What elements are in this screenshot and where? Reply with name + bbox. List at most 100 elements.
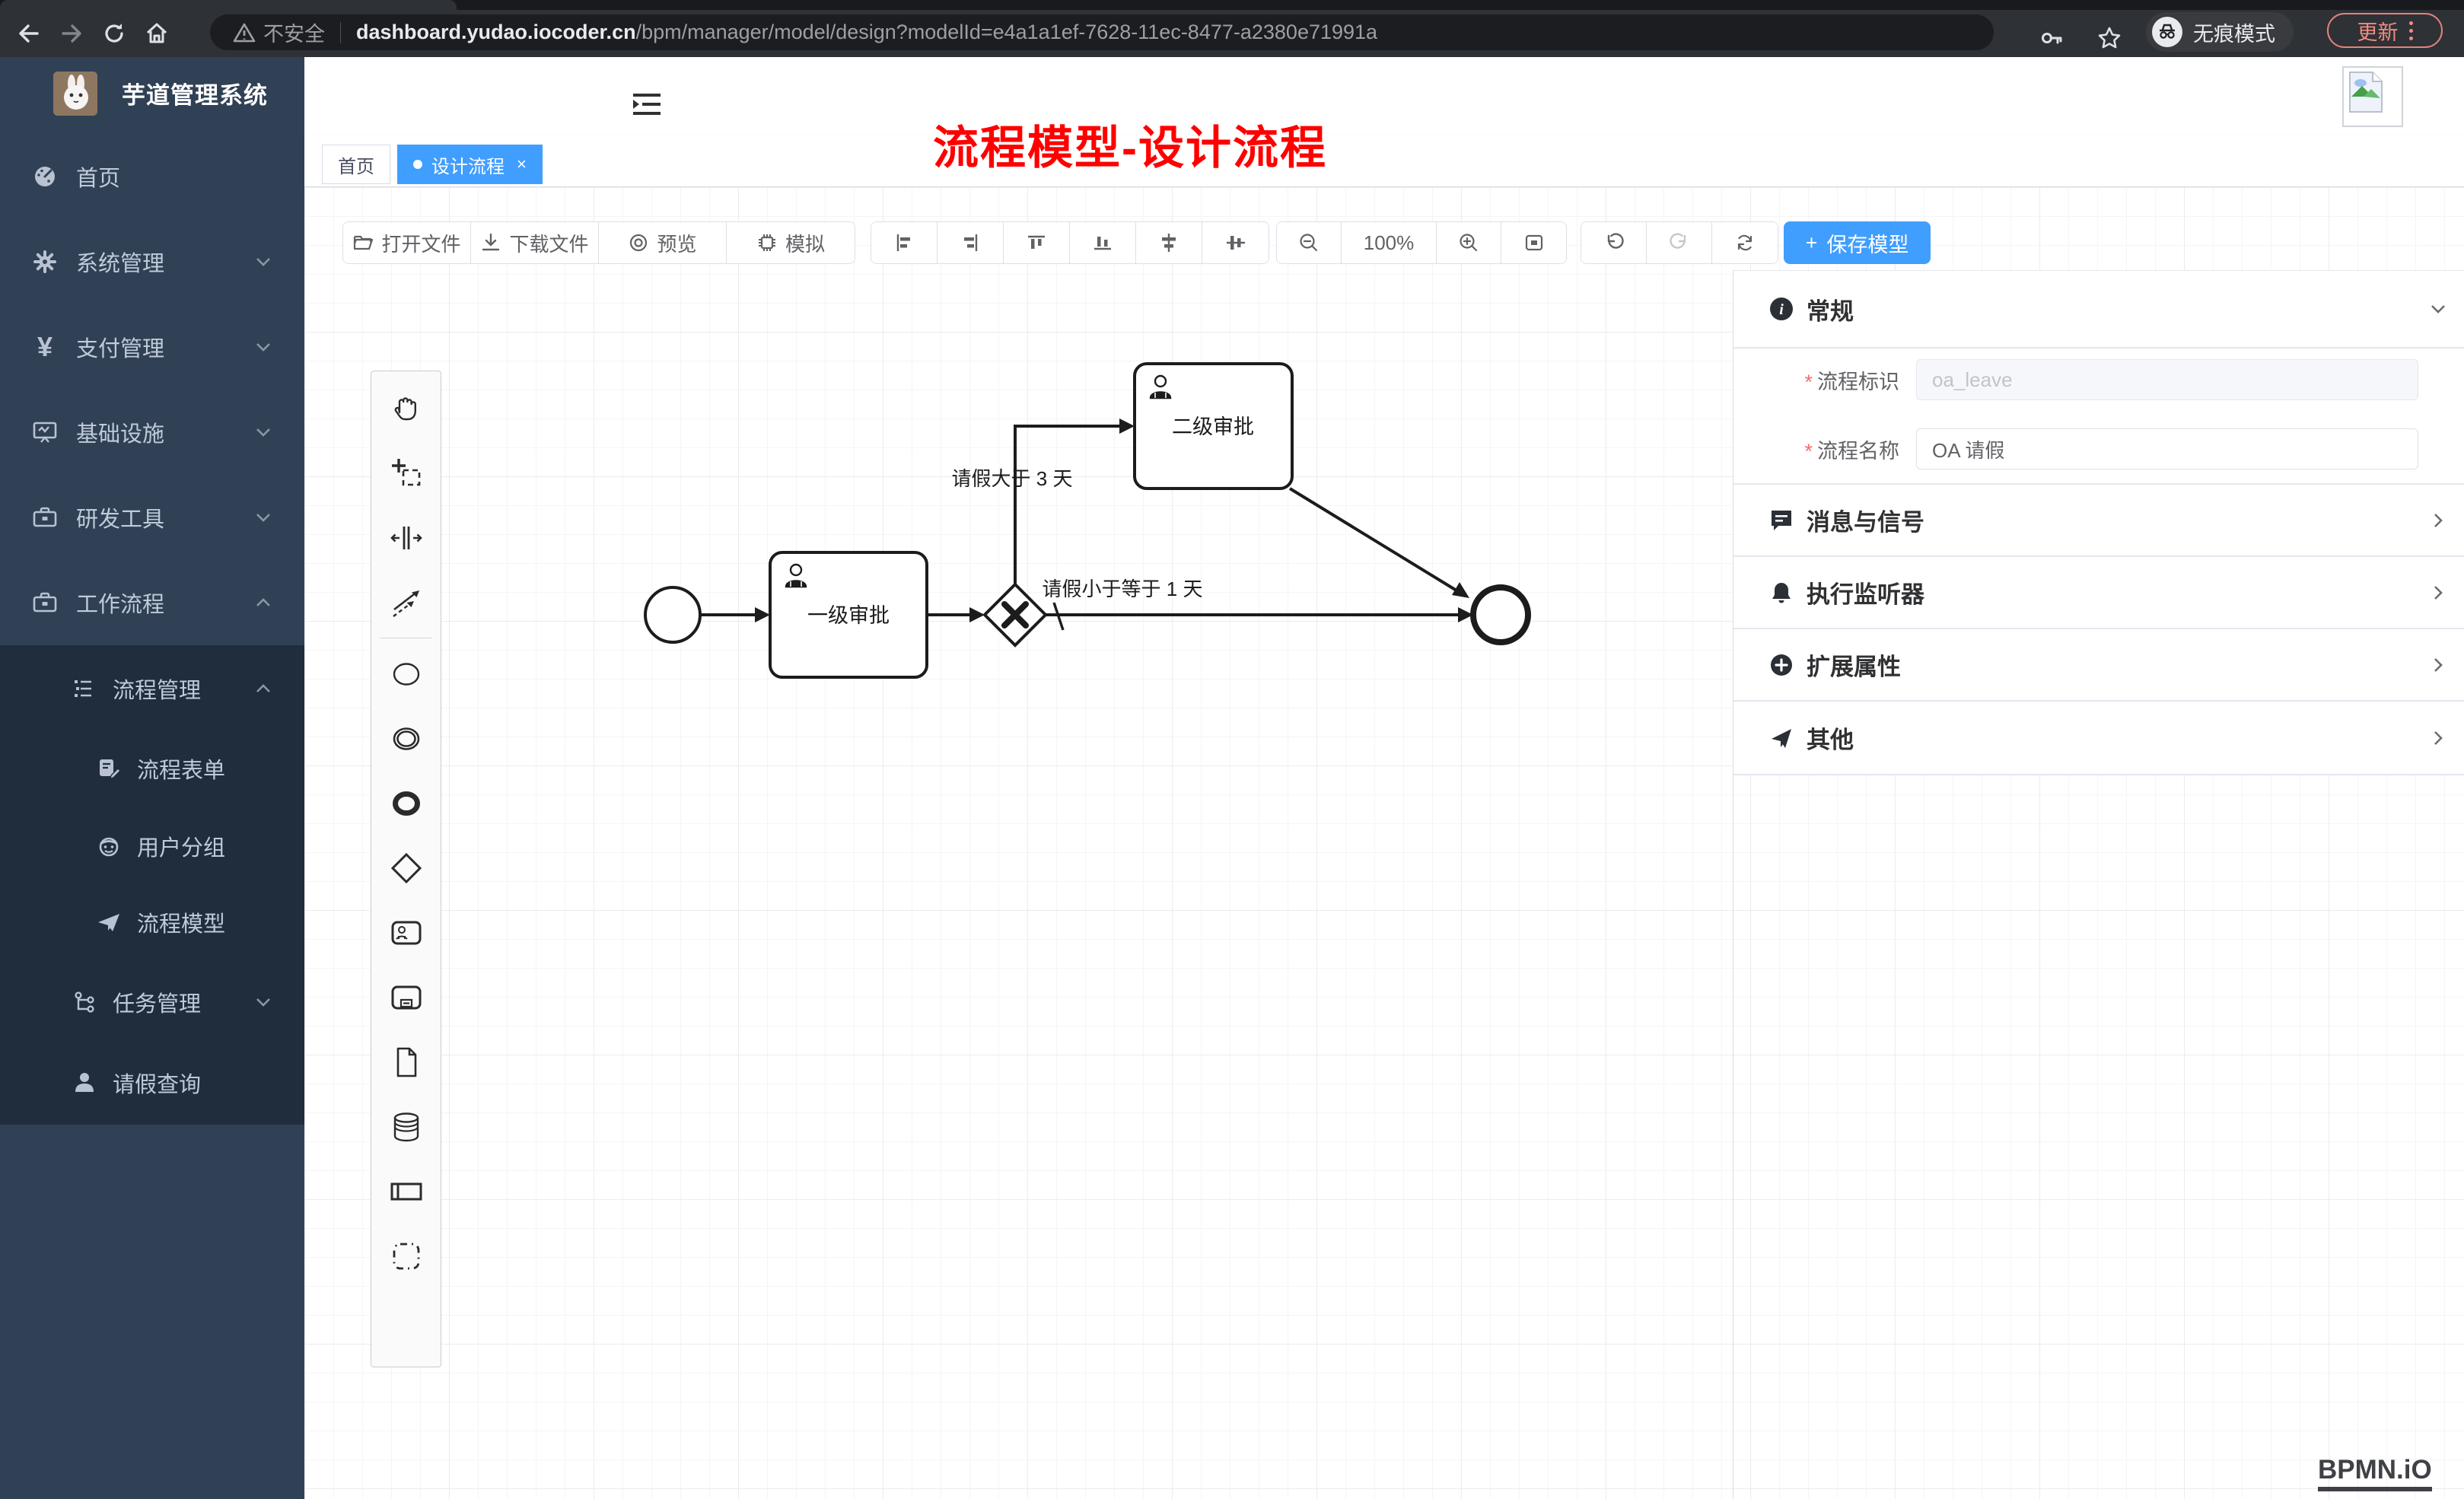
- sidebar-item-process-form[interactable]: 流程表单: [0, 729, 304, 808]
- user-avatar-broken-image[interactable]: [2342, 66, 2403, 127]
- gear-icon: [30, 247, 59, 276]
- document-edit-icon: [94, 754, 123, 783]
- chevron-down-icon: [253, 422, 273, 442]
- sidebar-item-system[interactable]: 系统管理: [0, 219, 304, 304]
- bpmn-io-logo[interactable]: BPMN.iO: [2318, 1455, 2432, 1491]
- task2-label: 二级审批: [1172, 415, 1254, 438]
- tag-design-process[interactable]: 设计流程 ×: [397, 145, 543, 184]
- end-event-icon[interactable]: [371, 771, 441, 835]
- sidebar-item-infrastructure[interactable]: 基础设施: [0, 390, 304, 475]
- sidebar-item-user-group[interactable]: 用户分组: [0, 807, 304, 886]
- end-event[interactable]: [1473, 587, 1528, 642]
- sidebar-item-process-model[interactable]: 流程模型: [0, 883, 304, 962]
- gateway-icon[interactable]: [371, 835, 441, 900]
- sidebar-item-home[interactable]: 首页: [0, 134, 304, 219]
- process-key-input[interactable]: [1916, 359, 2418, 400]
- process-name-label: 流程名称: [1817, 440, 1899, 463]
- sidebar-item-label: 任务管理: [113, 986, 201, 1018]
- branch-icon: [70, 988, 99, 1017]
- reload-icon[interactable]: [93, 12, 135, 55]
- group-icon[interactable]: [371, 1224, 441, 1288]
- monitor-icon: [30, 418, 59, 447]
- start-event-icon[interactable]: [371, 641, 441, 706]
- process-name-input[interactable]: [1916, 428, 2418, 469]
- participant-icon[interactable]: [371, 1159, 441, 1224]
- back-icon[interactable]: [8, 12, 50, 55]
- start-event[interactable]: [645, 587, 700, 642]
- sidebar-item-payment[interactable]: ¥ 支付管理: [0, 304, 304, 390]
- send-icon: [1768, 725, 1794, 751]
- toolbox-icon: [30, 503, 59, 532]
- url-path[interactable]: /bpm/manager/model/design?modelId=e4a1a1…: [636, 21, 1377, 44]
- flow-gateway-task2[interactable]: [1015, 426, 1122, 584]
- flow-task2-end[interactable]: [1290, 489, 1456, 590]
- arrowhead: [755, 607, 770, 622]
- password-key-icon[interactable]: [2030, 17, 2073, 59]
- chrome-menu-icon[interactable]: [2409, 21, 2413, 40]
- message-icon: [1768, 508, 1794, 533]
- sidebar-item-leave-query[interactable]: 请假查询: [0, 1043, 304, 1122]
- sub-process-icon[interactable]: [371, 965, 441, 1030]
- sidebar-item-task-mgmt[interactable]: 任务管理: [0, 963, 304, 1042]
- sidebar-item-label: 支付管理: [76, 331, 164, 363]
- data-store-icon[interactable]: [371, 1094, 441, 1159]
- home-icon[interactable]: [135, 12, 178, 55]
- tag-label: 设计流程: [431, 151, 505, 178]
- navbar: 首页 / 设计流程: [304, 57, 2464, 135]
- space-tool-icon[interactable]: [371, 505, 441, 570]
- close-icon[interactable]: ×: [517, 154, 527, 174]
- section-exec-listener[interactable]: 执行监听器: [1733, 557, 2464, 628]
- sidebar-item-workflow[interactable]: 工作流程: [0, 560, 304, 645]
- hand-tool-icon[interactable]: [371, 376, 441, 441]
- sidebar-item-devtools[interactable]: 研发工具: [0, 475, 304, 560]
- section-label: 扩展属性: [1807, 648, 1901, 682]
- user-task-icon[interactable]: [371, 900, 441, 965]
- section-general[interactable]: i 常规: [1733, 271, 2464, 347]
- security-label[interactable]: 不安全: [263, 18, 325, 47]
- bpmn-canvas[interactable]: 打开文件 下载文件 预览 模拟: [304, 187, 2464, 1499]
- properties-panel: i 常规 *流程标识 *流程名称 消息与信号: [1733, 270, 2464, 775]
- sidebar-item-process-mgmt[interactable]: 流程管理: [0, 649, 304, 728]
- url-host[interactable]: dashboard.yudao.iocoder.cn: [356, 21, 636, 44]
- task1-label: 一级审批: [807, 604, 890, 627]
- app-logo-rabbit-avatar: [53, 72, 97, 116]
- screen: 不安全 dashboard.yudao.iocoder.cn/bpm/manag…: [0, 0, 2464, 1499]
- chevron-down-icon: [253, 337, 273, 357]
- chrome-update-button[interactable]: 更新: [2327, 13, 2443, 48]
- forward-icon[interactable]: [50, 12, 93, 55]
- chevron-up-icon: [253, 679, 273, 699]
- section-other[interactable]: 其他: [1733, 702, 2464, 774]
- plus-circle-icon: [1768, 652, 1794, 678]
- sidebar-item-label: 流程表单: [137, 753, 225, 785]
- tag-home[interactable]: 首页: [322, 145, 390, 184]
- arrowhead: [1119, 419, 1135, 434]
- chevron-down-icon: [253, 992, 273, 1012]
- section-label: 消息与信号: [1807, 503, 1924, 537]
- sidebar-logo-row[interactable]: 芋道管理系统: [0, 57, 304, 129]
- edge-label-le1: 请假小于等于 1 天: [1043, 578, 1203, 600]
- sidebar-collapse-icon[interactable]: [632, 91, 662, 118]
- section-ext-attrs[interactable]: 扩展属性: [1733, 629, 2464, 700]
- global-connect-tool-icon[interactable]: [371, 570, 441, 635]
- data-object-icon[interactable]: [371, 1030, 441, 1094]
- lasso-tool-icon[interactable]: [371, 441, 441, 505]
- active-dot: [413, 160, 422, 169]
- address-bar[interactable]: 不安全 dashboard.yudao.iocoder.cn/bpm/manag…: [210, 14, 1994, 50]
- intermediate-event-icon[interactable]: [371, 706, 441, 771]
- required-mark: *: [1804, 371, 1813, 393]
- section-divider: [1733, 774, 2464, 775]
- info-icon: i: [1768, 296, 1794, 322]
- bookmark-star-icon[interactable]: [2088, 17, 2131, 59]
- dashboard-icon: [30, 162, 59, 191]
- paper-plane-icon: [94, 908, 123, 937]
- yen-icon: ¥: [30, 333, 59, 361]
- section-label: 执行监听器: [1807, 575, 1924, 609]
- browser-active-tab[interactable]: [0, 0, 457, 10]
- annotation-title: 流程模型-设计流程: [933, 111, 1327, 177]
- process-name-row: *流程名称: [1733, 428, 2464, 469]
- section-divider: [1733, 347, 2464, 348]
- briefcase-icon: [30, 588, 59, 617]
- chevron-down-icon: [2427, 298, 2449, 320]
- update-label[interactable]: 更新: [2357, 16, 2399, 46]
- section-message-signal[interactable]: 消息与信号: [1733, 485, 2464, 555]
